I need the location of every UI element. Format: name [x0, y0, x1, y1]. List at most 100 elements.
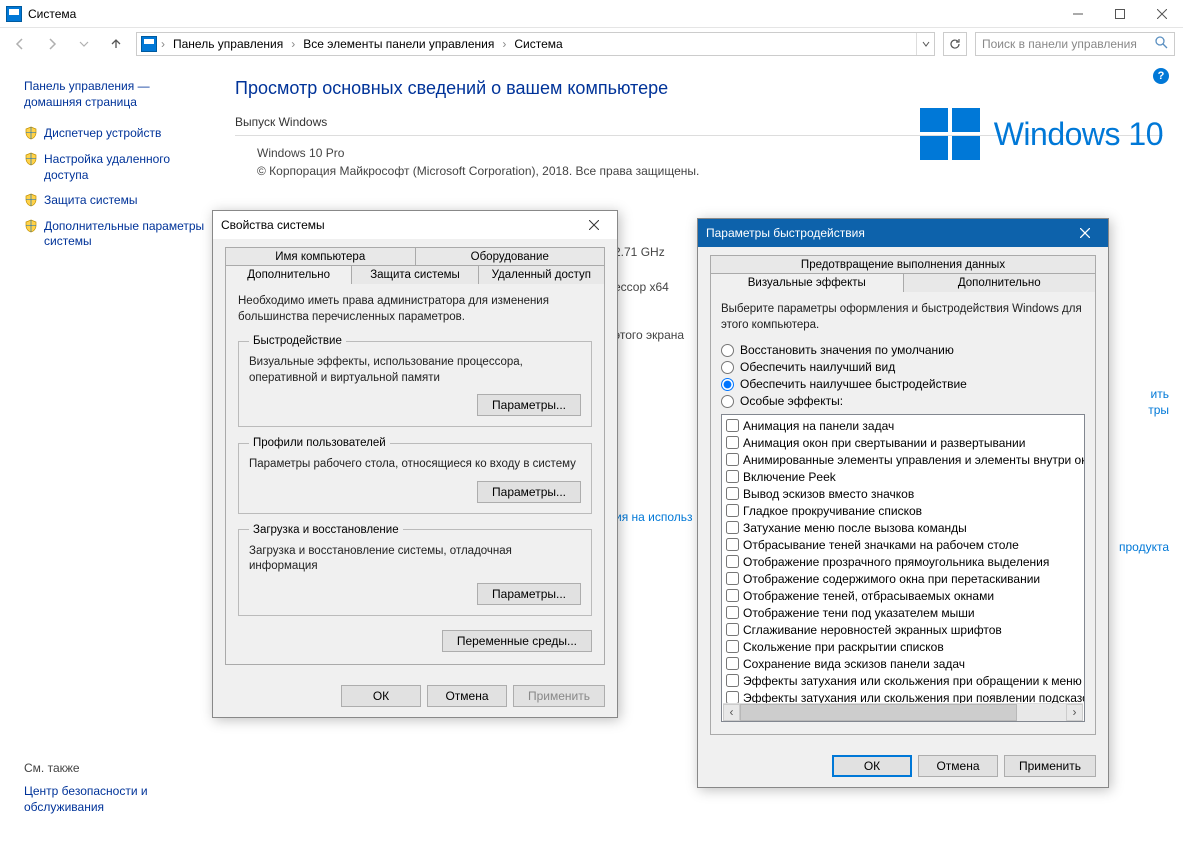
check-item[interactable]: Отображение тени под указателем мыши: [724, 604, 1082, 621]
check-item[interactable]: Анимация на панели задач: [724, 417, 1082, 434]
check-item[interactable]: Отображение содержимого окна при перетас…: [724, 570, 1082, 587]
performance-legend: Быстродействие: [249, 335, 346, 347]
tab-advanced[interactable]: Дополнительно: [904, 273, 1097, 292]
tab-remote[interactable]: Удаленный доступ: [479, 265, 605, 284]
sidebar-item-device-manager[interactable]: Диспетчер устройств: [24, 126, 205, 142]
apply-button[interactable]: Применить: [513, 685, 605, 707]
tab-visual-effects[interactable]: Визуальные эффекты: [710, 273, 904, 292]
minimize-button[interactable]: [1057, 0, 1099, 28]
partial-link-change[interactable]: ить: [1151, 387, 1169, 401]
profiles-group: Профили пользователей Параметры рабочего…: [238, 437, 592, 514]
sidebar-item-system-protection[interactable]: Защита системы: [24, 193, 205, 209]
tab-computer-name[interactable]: Имя компьютера: [225, 247, 416, 266]
navbar: › Панель управления › Все элементы панел…: [0, 28, 1183, 60]
check-item[interactable]: Сглаживание неровностей экранных шрифтов: [724, 621, 1082, 638]
window-title: Система: [28, 7, 76, 21]
radio-restore-defaults[interactable]: Восстановить значения по умолчанию: [721, 343, 1085, 357]
cancel-button[interactable]: Отмена: [918, 755, 998, 777]
performance-settings-button[interactable]: Параметры...: [477, 394, 581, 416]
check-item[interactable]: Затухание меню после вызова команды: [724, 519, 1082, 536]
check-item[interactable]: Сохранение вида эскизов панели задач: [724, 655, 1082, 672]
radio-custom[interactable]: Особые эффекты:: [721, 394, 1085, 408]
check-item[interactable]: Включение Peek: [724, 468, 1082, 485]
partial-product-link[interactable]: продукта: [1119, 540, 1169, 554]
partial-arch: ессор x64: [614, 280, 669, 294]
startup-legend: Загрузка и восстановление: [249, 524, 403, 536]
dialog-titlebar[interactable]: Параметры быстродействия: [698, 219, 1108, 247]
control-panel-home-link[interactable]: Панель управления — домашняя страница: [24, 78, 205, 110]
chevron-right-icon[interactable]: ›: [502, 37, 506, 51]
system-icon: [6, 6, 22, 22]
close-icon[interactable]: [1070, 222, 1100, 244]
sidebar-item-label: Защита системы: [44, 193, 137, 209]
chevron-right-icon[interactable]: ›: [291, 37, 295, 51]
sidebar-item-remote-settings[interactable]: Настройка удаленного доступа: [24, 152, 205, 183]
address-bar[interactable]: › Панель управления › Все элементы панел…: [136, 32, 935, 56]
partial-link-params[interactable]: тры: [1148, 403, 1169, 417]
profiles-settings-button[interactable]: Параметры...: [477, 481, 581, 503]
check-item[interactable]: Отбрасывание теней значками на рабочем с…: [724, 536, 1082, 553]
scroll-thumb[interactable]: [740, 704, 1017, 721]
dialog-title: Свойства системы: [221, 218, 325, 232]
ok-button[interactable]: ОК: [341, 685, 421, 707]
search-input[interactable]: Поиск в панели управления: [975, 32, 1175, 56]
check-item[interactable]: Анимация окон при свертывании и разверты…: [724, 434, 1082, 451]
check-item[interactable]: Вывод эскизов вместо значков: [724, 485, 1082, 502]
horizontal-scrollbar[interactable]: ‹ ›: [723, 703, 1083, 720]
partial-screen: этого экрана: [614, 328, 684, 342]
address-dropdown[interactable]: [916, 33, 934, 55]
dialog-titlebar[interactable]: Свойства системы: [213, 211, 617, 239]
close-button[interactable]: [1141, 0, 1183, 28]
env-vars-button[interactable]: Переменные среды...: [442, 630, 592, 652]
refresh-button[interactable]: [943, 32, 967, 56]
cancel-button[interactable]: Отмена: [427, 685, 507, 707]
scroll-left-icon[interactable]: ‹: [723, 704, 740, 721]
maximize-button[interactable]: [1099, 0, 1141, 28]
up-button[interactable]: [104, 32, 128, 56]
copyright-text: © Корпорация Майкрософт (Microsoft Corpo…: [257, 162, 1163, 180]
sidebar-item-label: Дополнительные параметры системы: [44, 219, 205, 250]
breadcrumb-item[interactable]: Панель управления: [169, 37, 287, 51]
tab-system-protection[interactable]: Защита системы: [352, 265, 478, 284]
sidebar: Панель управления — домашняя страница Ди…: [0, 60, 215, 270]
ok-button[interactable]: ОК: [832, 755, 912, 777]
recent-button[interactable]: [72, 32, 96, 56]
performance-group: Быстродействие Визуальные эффекты, испол…: [238, 335, 592, 427]
startup-desc: Загрузка и восстановление системы, отлад…: [249, 544, 581, 575]
check-item[interactable]: Отображение теней, отбрасываемых окнами: [724, 587, 1082, 604]
sidebar-item-advanced-system[interactable]: Дополнительные параметры системы: [24, 219, 205, 250]
scroll-right-icon[interactable]: ›: [1066, 704, 1083, 721]
tab-dep[interactable]: Предотвращение выполнения данных: [710, 255, 1096, 274]
check-item[interactable]: Анимированные элементы управления и элем…: [724, 451, 1082, 468]
radio-best-appearance[interactable]: Обеспечить наилучший вид: [721, 360, 1085, 374]
performance-desc: Визуальные эффекты, использование процес…: [249, 355, 581, 386]
scroll-track[interactable]: [740, 704, 1066, 721]
startup-settings-button[interactable]: Параметры...: [477, 583, 581, 605]
close-icon[interactable]: [579, 214, 609, 236]
see-also-label: См. также: [24, 761, 194, 775]
shield-icon: [24, 126, 38, 140]
admin-note: Необходимо иметь права администратора дл…: [238, 294, 592, 325]
partial-terms-link[interactable]: ия на использ: [615, 510, 693, 524]
tab-advanced[interactable]: Дополнительно: [225, 265, 352, 284]
radio-best-performance[interactable]: Обеспечить наилучшее быстродействие: [721, 377, 1085, 391]
check-item[interactable]: Отображение прозрачного прямоугольника в…: [724, 553, 1082, 570]
check-item[interactable]: Эффекты затухания или скольжения при обр…: [724, 672, 1082, 689]
breadcrumb-item[interactable]: Система: [510, 37, 566, 51]
system-icon: [141, 36, 157, 52]
startup-group: Загрузка и восстановление Загрузка и вос…: [238, 524, 592, 616]
visual-effects-list[interactable]: Анимация на панели задач Анимация окон п…: [721, 414, 1085, 722]
shield-icon: [24, 219, 38, 233]
security-center-link[interactable]: Центр безопасности и обслуживания: [24, 783, 194, 815]
check-item[interactable]: Гладкое прокручивание списков: [724, 502, 1082, 519]
apply-button[interactable]: Применить: [1004, 755, 1096, 777]
profiles-desc: Параметры рабочего стола, относящиеся ко…: [249, 457, 581, 473]
chevron-right-icon[interactable]: ›: [161, 37, 165, 51]
breadcrumb-item[interactable]: Все элементы панели управления: [299, 37, 498, 51]
tab-hardware[interactable]: Оборудование: [416, 247, 606, 266]
check-item[interactable]: Скольжение при раскрытии списков: [724, 638, 1082, 655]
windows-10-text: Windows 10: [994, 116, 1163, 153]
windows-10-logo: Windows 10: [920, 108, 1163, 160]
forward-button[interactable]: [40, 32, 64, 56]
back-button[interactable]: [8, 32, 32, 56]
